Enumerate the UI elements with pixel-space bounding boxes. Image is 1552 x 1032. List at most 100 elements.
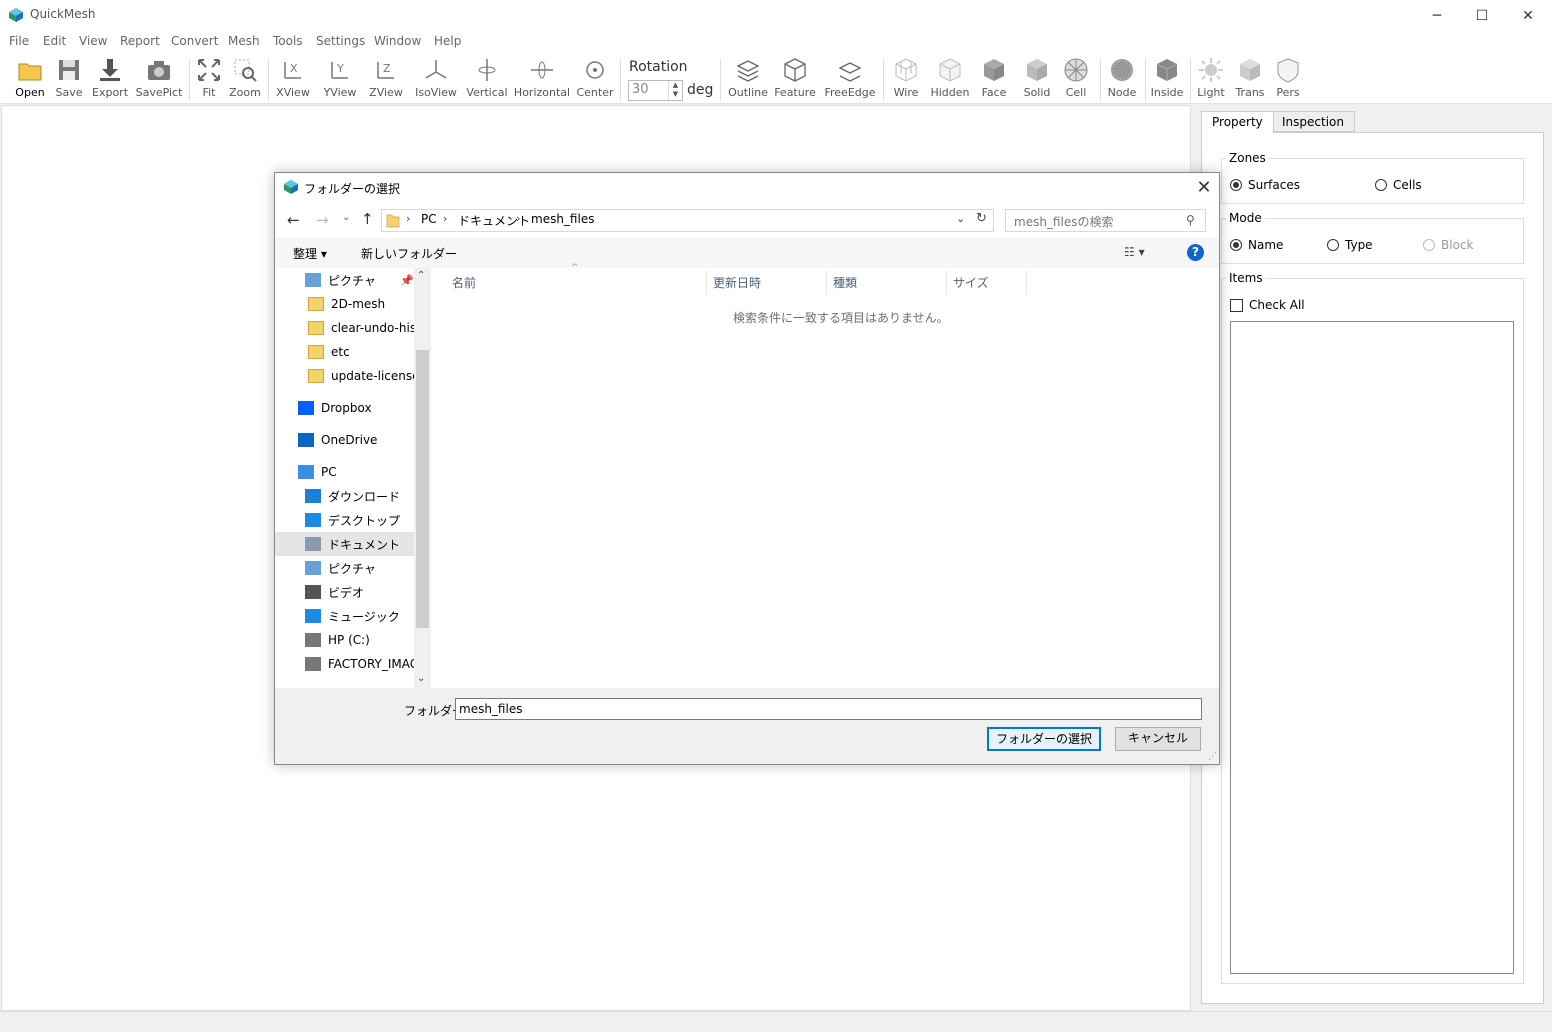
pictures-icon [305,273,321,287]
folder-name-input[interactable]: mesh_files [455,698,1202,720]
radio-name[interactable]: Name [1230,238,1283,252]
node-sphere-icon [1111,59,1133,81]
xview-button[interactable]: X XView [275,56,311,102]
forward-arrow-icon[interactable]: → [316,211,329,229]
nav-item[interactable]: ミュージック [275,604,414,628]
menu-convert[interactable]: Convert [171,34,218,48]
wire-button[interactable]: Wire [891,56,921,102]
recent-locations-chevron-icon[interactable]: ⌄ [342,212,350,223]
center-target-icon [586,61,604,79]
address-dropdown-icon[interactable]: ⌄ [956,212,965,225]
radio-type[interactable]: Type [1327,238,1373,252]
menu-edit[interactable]: Edit [43,34,66,48]
zoom-button[interactable]: Zoom [229,56,261,102]
refresh-icon[interactable]: ↻ [976,211,987,226]
nav-item[interactable]: ドキュメント [275,532,414,556]
column-modified[interactable]: 更新日時 [707,270,827,294]
nav-item[interactable]: clear-undo-history [275,316,414,340]
center-button[interactable]: Center [576,56,614,102]
items-list[interactable] [1230,321,1514,974]
pers-button[interactable]: Pers [1274,56,1302,102]
back-arrow-icon[interactable]: ← [287,211,300,229]
menu-window[interactable]: Window [374,34,421,48]
menu-report[interactable]: Report [120,34,160,48]
check-all-checkbox[interactable]: Check All [1230,298,1305,312]
nav-item[interactable]: ピクチャ [275,556,414,580]
light-button[interactable]: Light [1197,56,1225,102]
scrollbar-thumb[interactable] [416,350,429,628]
scroll-up-icon[interactable]: ⌃ [417,270,425,281]
savepict-button[interactable]: SavePict [136,56,182,102]
cancel-button[interactable]: キャンセル [1115,727,1201,751]
nav-item[interactable]: PC [275,460,414,484]
nav-item[interactable]: ダウンロード [275,484,414,508]
nav-item[interactable]: ビデオ [275,580,414,604]
new-folder-button[interactable]: 新しいフォルダー [361,245,457,262]
outline-button[interactable]: Outline [728,56,768,102]
radio-block[interactable]: Block [1423,238,1473,252]
scroll-down-icon[interactable]: ⌄ [417,673,425,684]
pin-icon[interactable]: 📌 [400,274,414,287]
nav-item[interactable]: Dropbox [275,396,414,420]
radio-cells[interactable]: Cells [1375,178,1422,192]
rotation-spinner[interactable]: ▲ ▼ [668,81,682,100]
isoview-button[interactable]: IsoView [414,56,458,102]
view-options-icon[interactable]: ☷ ▾ [1124,245,1145,259]
organize-button[interactable]: 整理 ▾ [293,245,327,262]
column-type[interactable]: 種類 [827,270,947,294]
resize-grip-icon[interactable]: ⋰ [1208,752,1217,762]
checkbox-icon [1230,298,1243,312]
face-button[interactable]: Face [978,56,1010,102]
menu-help[interactable]: Help [434,34,461,48]
hidden-line-cube-icon [939,58,961,82]
nav-item[interactable]: HP (C:) [275,628,414,652]
nav-item[interactable]: update-license [275,364,414,388]
feature-button[interactable]: Feature [774,56,816,102]
export-button[interactable]: Export [92,56,128,102]
menu-tools[interactable]: Tools [273,34,303,48]
breadcrumb-pc[interactable]: PC [421,212,437,226]
nav-item[interactable]: etc [275,340,414,364]
search-input[interactable]: mesh_filesの検索 [1005,209,1206,232]
tab-property[interactable]: Property [1201,111,1274,133]
help-icon[interactable]: ? [1187,244,1204,261]
up-arrow-icon[interactable]: ↑ [361,210,374,228]
menu-settings[interactable]: Settings [316,34,365,48]
inside-button[interactable]: Inside [1151,56,1183,102]
menu-view[interactable]: View [79,34,107,48]
dialog-close-icon[interactable]: ✕ [1194,177,1214,198]
trans-button[interactable]: Trans [1235,56,1265,102]
menu-file[interactable]: File [9,34,29,48]
vertical-button[interactable]: Vertical [466,56,508,102]
nav-item[interactable]: デスクトップ [275,508,414,532]
zview-button[interactable]: Z ZView [368,56,404,102]
tab-inspection[interactable]: Inspection [1271,111,1355,132]
nav-item[interactable]: FACTORY_IMAGE [275,652,414,676]
maximize-button[interactable]: ☐ [1459,0,1505,31]
column-name[interactable]: 名前 [446,270,707,294]
minimize-button[interactable]: ─ [1414,0,1460,31]
freeedge-button[interactable]: FreeEdge [824,56,876,102]
column-size[interactable]: サイズ [947,270,1027,294]
solid-button[interactable]: Solid [1021,56,1053,102]
menu-mesh[interactable]: Mesh [228,34,260,48]
node-button[interactable]: Node [1106,56,1138,102]
nav-item[interactable]: 2D-mesh [275,292,414,316]
free-edge-icon [838,62,862,82]
select-folder-button[interactable]: フォルダーの選択 [987,727,1101,751]
nav-item[interactable]: ピクチャ [275,268,414,292]
nav-item[interactable]: OneDrive [275,428,414,452]
search-icon: ⚲ [1186,213,1195,227]
save-button[interactable]: Save [54,56,84,102]
radio-unchecked-icon [1375,179,1387,191]
horizontal-button[interactable]: Horizontal [514,56,570,102]
open-button[interactable]: Open [14,56,46,102]
cell-button[interactable]: Cell [1062,56,1090,102]
breadcrumb-mesh-files[interactable]: mesh_files [531,212,594,226]
feature-cube-icon [784,58,806,82]
fit-button[interactable]: Fit [195,56,223,102]
close-button[interactable]: ✕ [1505,0,1551,31]
yview-button[interactable]: Y YView [322,56,358,102]
hidden-button[interactable]: Hidden [929,56,971,102]
radio-surfaces[interactable]: Surfaces [1230,178,1300,192]
